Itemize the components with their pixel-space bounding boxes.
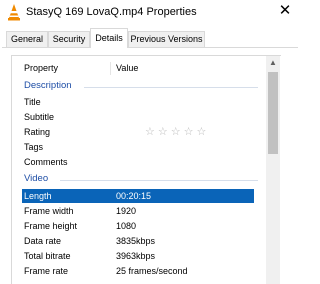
- group-divider: [60, 180, 258, 181]
- property-name: Rating: [24, 127, 51, 137]
- property-value: 1080: [116, 221, 137, 231]
- group-description: Description: [24, 80, 72, 91]
- property-value: 3963kbps: [116, 251, 156, 261]
- list-item[interactable]: Data rate 3835kbps: [20, 234, 256, 248]
- list-item[interactable]: Comments: [20, 155, 256, 169]
- tab-general[interactable]: General: [6, 31, 48, 47]
- column-header: Property Value: [20, 62, 266, 76]
- list-item[interactable]: Total bitrate 3963kbps: [20, 249, 256, 263]
- window-title: StasyQ 169 LovaQ.mp4 Properties: [26, 6, 197, 18]
- property-value: 3835kbps: [116, 236, 156, 246]
- property-name: Frame width: [24, 206, 74, 216]
- property-name: Tags: [24, 142, 44, 152]
- property-name: Subtitle: [24, 112, 55, 122]
- property-name: Title: [24, 97, 41, 107]
- property-name: Frame height: [24, 221, 78, 231]
- property-value: 00:20:15: [116, 191, 152, 201]
- scroll-up-icon[interactable]: ▲: [266, 57, 280, 69]
- tab-previous-versions[interactable]: Previous Versions: [128, 31, 205, 47]
- property-name: Frame rate: [24, 266, 69, 276]
- group-video: Video: [24, 173, 49, 184]
- list-item[interactable]: Frame rate 25 frames/second: [20, 264, 256, 278]
- list-item[interactable]: Frame width 1920: [20, 204, 256, 218]
- list-item[interactable]: Subtitle: [20, 110, 256, 124]
- rating-stars[interactable]: ☆☆☆☆☆: [145, 125, 209, 139]
- column-property[interactable]: Property: [24, 63, 58, 73]
- column-separator[interactable]: [110, 62, 111, 75]
- list-item[interactable]: Frame height 1080: [20, 219, 256, 233]
- tab-details[interactable]: Details: [90, 28, 128, 48]
- property-name: Total bitrate: [24, 251, 71, 261]
- column-value[interactable]: Value: [116, 63, 138, 73]
- tab-security[interactable]: Security: [48, 31, 90, 47]
- list-item-selected[interactable]: Length 00:20:15: [22, 189, 254, 203]
- property-name: Comments: [24, 157, 68, 167]
- list-item[interactable]: Rating: [20, 125, 256, 139]
- property-name: Length: [24, 191, 52, 201]
- close-button[interactable]: ✕: [270, 0, 300, 24]
- tab-divider: [2, 47, 298, 48]
- group-divider: [84, 87, 258, 88]
- vlc-cone-icon: [8, 4, 20, 21]
- list-item[interactable]: Title: [20, 95, 256, 109]
- scrollbar-thumb[interactable]: [268, 72, 278, 154]
- title-bar: StasyQ 169 LovaQ.mp4 Properties ✕: [0, 0, 300, 26]
- list-item[interactable]: Tags: [20, 140, 256, 154]
- property-list[interactable]: Property Value Description Title Subtitl…: [20, 62, 266, 284]
- property-value: 25 frames/second: [116, 266, 188, 276]
- property-value: 1920: [116, 206, 137, 216]
- property-name: Data rate: [24, 236, 62, 246]
